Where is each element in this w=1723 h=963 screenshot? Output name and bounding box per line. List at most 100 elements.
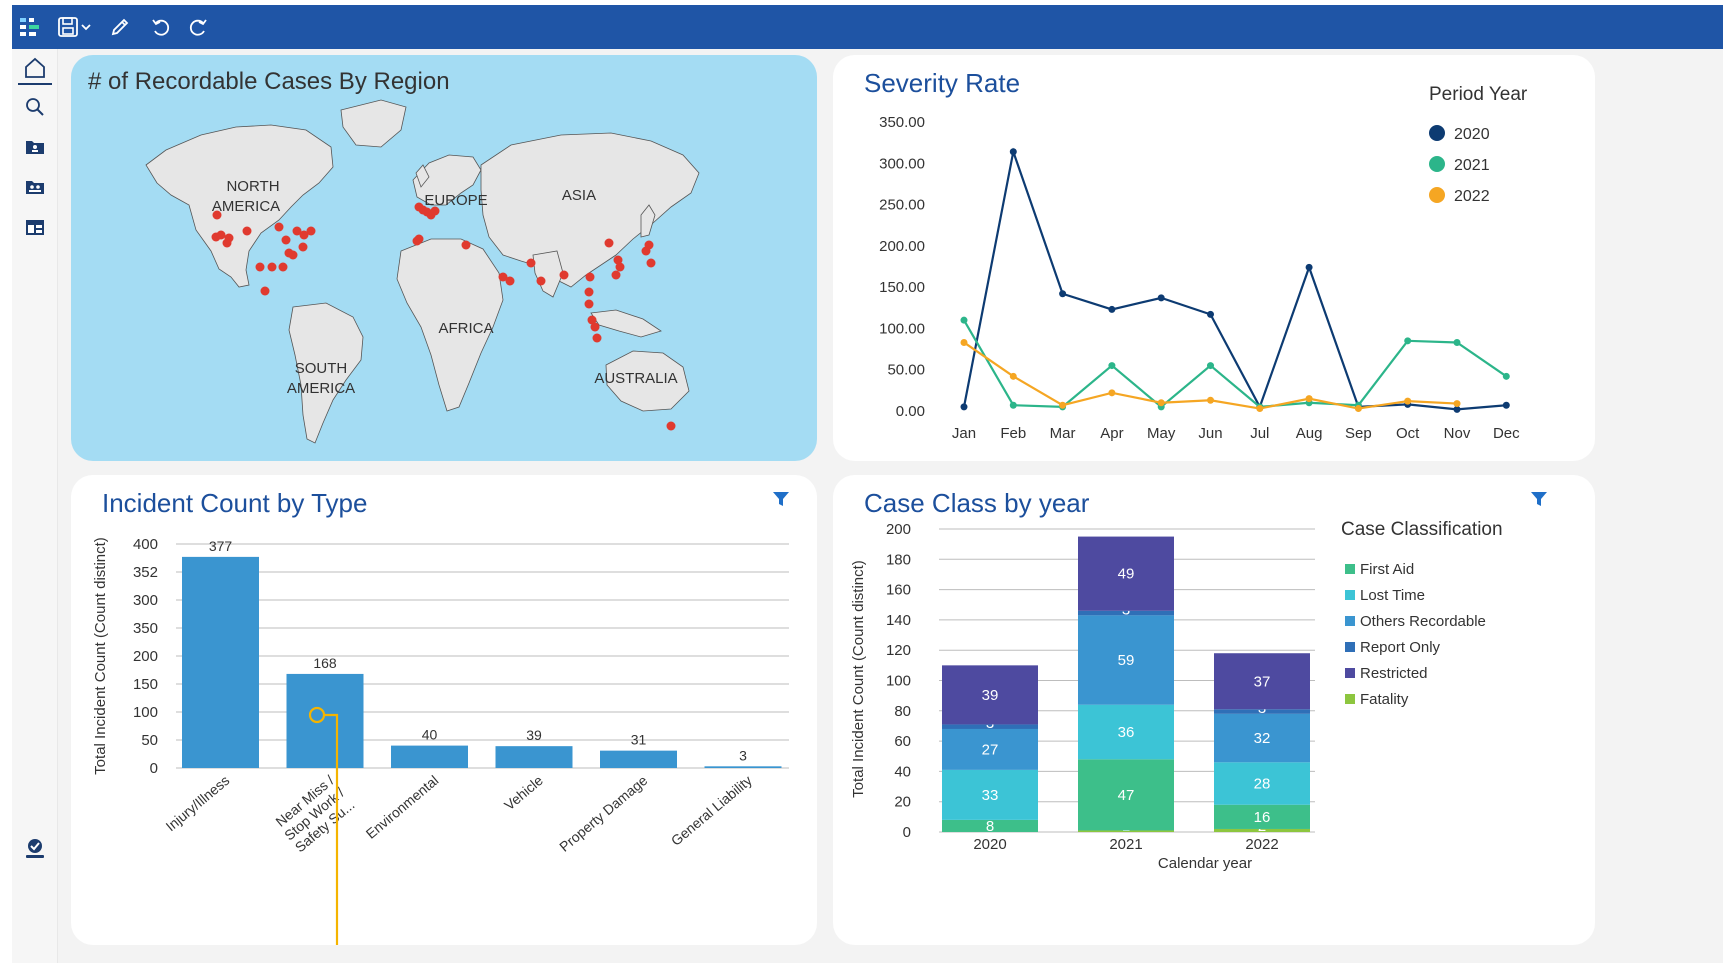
- case-location-marker[interactable]: [260, 286, 270, 296]
- redo-icon[interactable]: [182, 11, 214, 43]
- case-location-marker[interactable]: [298, 242, 308, 252]
- case-location-marker[interactable]: [211, 232, 221, 242]
- case-location-marker[interactable]: [584, 287, 594, 297]
- data-point-2020[interactable]: [1059, 290, 1067, 298]
- data-point-2020[interactable]: [1009, 148, 1017, 156]
- data-point-2022[interactable]: [1305, 395, 1313, 403]
- world-map[interactable]: NORTH AMERICA EUROPE ASIA AFRICA SOUTH AMERICA…: [71, 55, 817, 461]
- legend-marker[interactable]: [1345, 642, 1355, 652]
- case-location-marker[interactable]: [278, 262, 288, 272]
- edit-pencil-icon[interactable]: [104, 11, 136, 43]
- data-point-2022[interactable]: [1009, 372, 1017, 380]
- case-location-marker[interactable]: [585, 272, 595, 282]
- undo-icon[interactable]: [145, 11, 177, 43]
- legend-label[interactable]: Restricted: [1360, 665, 1428, 682]
- data-point-2022[interactable]: [960, 338, 968, 346]
- legend-label[interactable]: Others Recordable: [1360, 613, 1486, 630]
- data-point-2022[interactable]: [1207, 396, 1214, 404]
- case-location-marker[interactable]: [461, 240, 471, 250]
- chevron-down-icon[interactable]: [76, 11, 96, 43]
- case-location-marker[interactable]: [414, 234, 424, 244]
- user-folder-icon[interactable]: [19, 131, 51, 163]
- legend-marker[interactable]: [1429, 156, 1445, 172]
- data-point-2021[interactable]: [1404, 337, 1412, 345]
- data-point-2022[interactable]: [1108, 389, 1116, 397]
- x-axis-tick-label: 2021: [1109, 836, 1142, 853]
- search-icon[interactable]: [19, 91, 51, 123]
- legend-label[interactable]: 2021: [1454, 157, 1490, 174]
- y-axis-tick-label: 180: [886, 551, 911, 568]
- data-point-2021[interactable]: [1453, 338, 1461, 346]
- bar[interactable]: [495, 746, 573, 768]
- legend-marker[interactable]: [1345, 668, 1355, 678]
- table-folder-icon[interactable]: [19, 211, 51, 243]
- data-point-2022[interactable]: [1256, 405, 1264, 413]
- case-location-marker[interactable]: [611, 270, 621, 280]
- data-label: 377: [209, 538, 233, 554]
- bar[interactable]: [600, 750, 677, 768]
- data-point-2022[interactable]: [1354, 405, 1362, 413]
- data-point-2022[interactable]: [1157, 399, 1165, 407]
- legend-label[interactable]: Fatality: [1360, 691, 1409, 708]
- data-point-2020[interactable]: [1108, 305, 1116, 313]
- case-location-marker[interactable]: [306, 226, 316, 236]
- data-point-2022[interactable]: [1404, 397, 1412, 405]
- case-location-marker[interactable]: [559, 270, 569, 280]
- user-settings-icon[interactable]: [19, 833, 51, 865]
- legend-label[interactable]: Lost Time: [1360, 587, 1425, 604]
- case-location-marker[interactable]: [590, 322, 600, 332]
- app-logo-icon[interactable]: [14, 11, 46, 43]
- data-point-2020[interactable]: [960, 403, 968, 411]
- case-location-marker[interactable]: [255, 262, 265, 272]
- legend-marker[interactable]: [1429, 125, 1445, 141]
- home-icon[interactable]: [19, 52, 51, 84]
- data-point-2020[interactable]: [1157, 294, 1165, 302]
- data-point-2022[interactable]: [1059, 401, 1067, 409]
- incident-bar-chart[interactable]: 400 352 300 350 200 150 100 50 0 Total Incident C…: [71, 475, 817, 945]
- data-point-2021[interactable]: [1009, 401, 1017, 409]
- data-point-2021[interactable]: [960, 316, 968, 324]
- case-location-marker[interactable]: [644, 240, 654, 250]
- data-point-2022[interactable]: [1453, 400, 1461, 408]
- legend-marker[interactable]: [1345, 590, 1355, 600]
- legend-label[interactable]: 2022: [1454, 188, 1490, 205]
- data-point-2020[interactable]: [1305, 263, 1313, 271]
- bar[interactable]: [182, 556, 259, 768]
- legend-marker[interactable]: [1345, 694, 1355, 704]
- case-location-marker[interactable]: [615, 262, 625, 272]
- data-point-2021[interactable]: [1502, 372, 1510, 380]
- case-location-marker[interactable]: [222, 238, 232, 248]
- case-location-marker[interactable]: [274, 222, 284, 232]
- severity-line-chart[interactable]: 350.00 300.00 250.00 200.00 150.00 100.00 50.0…: [833, 55, 1595, 461]
- legend-label[interactable]: 2020: [1454, 126, 1490, 143]
- group-folder-icon[interactable]: [19, 171, 51, 203]
- data-point-2020[interactable]: [1207, 310, 1214, 318]
- india-landmass: [532, 250, 564, 298]
- case-location-marker[interactable]: [526, 258, 536, 268]
- legend-label[interactable]: Report Only: [1360, 639, 1441, 656]
- data-point-2021[interactable]: [1108, 362, 1116, 370]
- bar[interactable]: [704, 766, 782, 768]
- case-location-marker[interactable]: [288, 250, 298, 260]
- case-location-marker[interactable]: [592, 333, 602, 343]
- legend-marker[interactable]: [1429, 187, 1445, 203]
- bar[interactable]: [391, 745, 468, 768]
- legend-marker[interactable]: [1345, 564, 1355, 574]
- legend-label[interactable]: First Aid: [1360, 561, 1414, 578]
- legend-marker[interactable]: [1345, 616, 1355, 626]
- case-location-marker[interactable]: [536, 276, 546, 286]
- case-location-marker[interactable]: [666, 421, 676, 431]
- case-location-marker[interactable]: [604, 238, 614, 248]
- caseclass-stacked-chart[interactable]: 200180160140120100806040200Total Inciden…: [833, 475, 1595, 945]
- case-location-marker[interactable]: [242, 226, 252, 236]
- case-location-marker[interactable]: [430, 206, 440, 216]
- case-location-marker[interactable]: [584, 299, 594, 309]
- case-location-marker[interactable]: [267, 262, 277, 272]
- data-point-2020[interactable]: [1502, 401, 1510, 409]
- data-point-2021[interactable]: [1207, 362, 1214, 370]
- case-location-marker[interactable]: [646, 258, 656, 268]
- bar[interactable]: [286, 673, 364, 768]
- case-location-marker[interactable]: [281, 235, 291, 245]
- case-location-marker[interactable]: [212, 210, 222, 220]
- case-location-marker[interactable]: [505, 276, 515, 286]
